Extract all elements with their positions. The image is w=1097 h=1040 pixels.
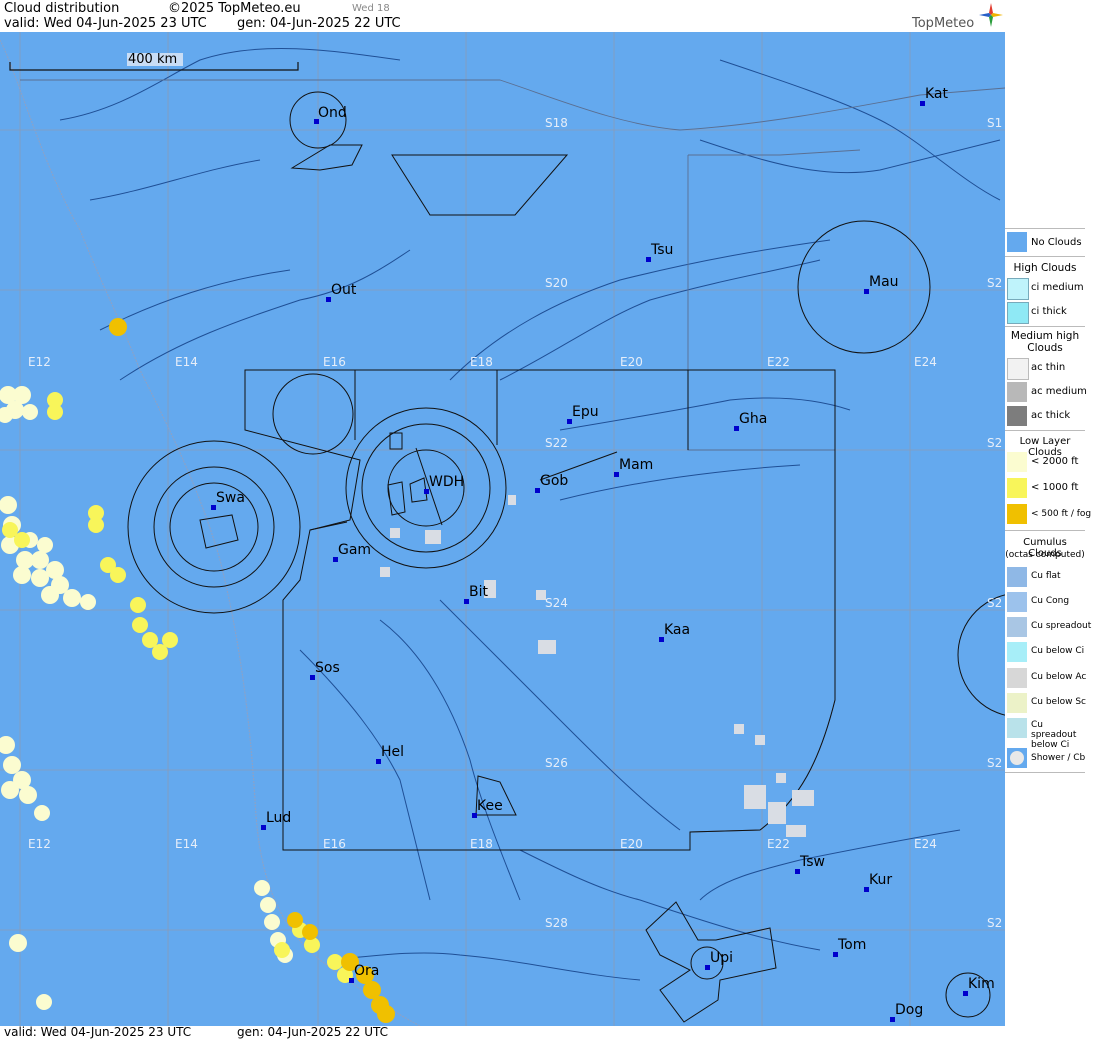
legend-cumulus-subtitle: (octas computed) [1005, 550, 1085, 560]
compass-icon [979, 3, 1003, 27]
station-label: Bit [469, 584, 488, 600]
station-label: Kat [925, 86, 949, 102]
station-label: Ond [318, 105, 347, 121]
station-label: Sos [315, 660, 340, 676]
footer: valid: Wed 04-Jun-2025 23 UTC gen: 04-Ju… [0, 1025, 1005, 1040]
station-label: Kee [477, 798, 503, 814]
station-label: WDH [429, 474, 465, 490]
station-label: Kaa [664, 622, 691, 638]
legend-medium-title: Medium high Clouds [1010, 330, 1080, 354]
footer-gen: gen: 04-Jun-2025 22 UTC [237, 1025, 389, 1039]
station-label: Lud [266, 810, 292, 826]
valid-time: valid: Wed 04-Jun-2025 23 UTC [4, 16, 207, 31]
copyright: ©2025 TopMeteo.eu [168, 1, 301, 16]
station-label: Gob [540, 473, 569, 489]
station-label: Mam [619, 457, 654, 473]
station-label: Dog [895, 1002, 924, 1018]
logo-text: TopMeteo [912, 16, 975, 31]
station-label: Tom [838, 937, 867, 953]
station-label: Gam [338, 542, 372, 558]
station-label: Mau [869, 274, 899, 290]
station-label: Tsu [651, 242, 674, 258]
station-label: Swa [216, 490, 245, 506]
station-label: Kim [968, 976, 995, 992]
cloud-map[interactable]: 400 km E12 E14 E16 E18 E20 E22 E24 E12 E… [0, 32, 1005, 1026]
station-label: Hel [381, 744, 405, 760]
station-label: Kur [869, 872, 893, 888]
station-label: Out [331, 282, 357, 298]
stations: Ond Kat Tsu Out Mau Epu Gha Mam Swa WDH … [0, 32, 1005, 1026]
station-label: Upi [710, 950, 734, 966]
legend-high-title: High Clouds [1013, 262, 1077, 274]
day-small: Wed 18 [352, 3, 390, 14]
station-label: Epu [572, 404, 599, 420]
station-label: Tsw [800, 854, 825, 870]
map-title: Cloud distribution [4, 1, 120, 16]
legend: No Clouds High Clouds ci medium ci thick… [1005, 0, 1097, 1040]
gen-time: gen: 04-Jun-2025 22 UTC [237, 16, 401, 31]
footer-valid: valid: Wed 04-Jun-2025 23 UTC [4, 1025, 192, 1039]
station-label: Ora [354, 963, 380, 979]
station-label: Gha [739, 411, 768, 427]
header: Cloud distribution ©2025 TopMeteo.eu Wed… [0, 0, 1005, 32]
